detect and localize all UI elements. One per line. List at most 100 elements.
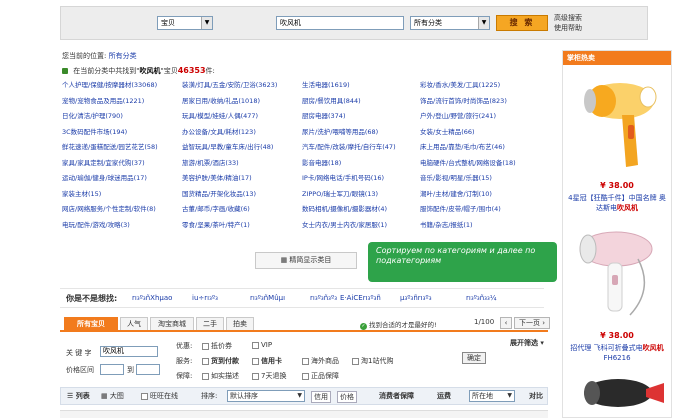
cod-label: 货到付款 xyxy=(211,357,239,365)
price-sort-button[interactable]: 价格 xyxy=(337,391,357,403)
category-link[interactable]: 宠物/宠物食品及用品(1221) xyxy=(62,95,144,105)
category-link[interactable]: IP卡/网络电话/手机号码(16) xyxy=(302,172,384,182)
wangwang-online-checkbox[interactable]: 旺旺在线 xyxy=(141,391,178,401)
product-title-text: 招代理 飞科可折叠式电 xyxy=(570,344,643,352)
category-link[interactable]: 户外/登山/野营/旅行(241) xyxy=(420,110,496,120)
result-keyword: 吹风机 xyxy=(139,67,161,75)
category-link[interactable]: 家装主材(15) xyxy=(62,188,101,198)
category-select[interactable]: 所有分类 ▼ xyxy=(410,16,490,30)
category-link[interactable]: 零食/坚果/茶叶/特产(1) xyxy=(182,219,250,229)
credit-card-checkbox[interactable]: 信用卡 xyxy=(252,356,282,366)
category-link[interactable]: 个人护理/保健/按摩器材(33068) xyxy=(62,79,157,89)
category-link[interactable]: 旅游/机票/酒店(33) xyxy=(182,157,239,167)
category-link[interactable]: 彩妆/香水/美发/工具(1225) xyxy=(420,79,500,89)
collapse-categories-button[interactable]: ▦ 精简显示类目 xyxy=(255,252,357,269)
category-link[interactable]: 厨房电器(374) xyxy=(302,110,345,120)
as-described-checkbox[interactable]: 如实描述 xyxy=(202,371,239,381)
search-input[interactable]: 吹风机 xyxy=(276,16,404,30)
shipping-header: 运费 xyxy=(437,392,451,400)
suggestion-link[interactable]: rı₃º₃ñXhµao xyxy=(132,294,172,302)
category-link[interactable]: 潮叶/主材/建舍/订制(10) xyxy=(420,188,492,198)
expand-filter-toggle[interactable]: 展开筛选 ▾ xyxy=(510,338,544,348)
compare-header[interactable]: 对比 xyxy=(529,391,543,401)
product-title-link[interactable]: 4星冠【狂酷千件】中国名牌 奥达斯电吹风机 xyxy=(567,193,667,213)
cod-checkbox[interactable]: 货到付款 xyxy=(202,356,239,366)
promo-vip-checkbox[interactable]: VIP xyxy=(252,341,272,349)
category-link[interactable]: 服饰配件/皮带/帽子/围巾(4) xyxy=(420,203,501,213)
list-view-toggle[interactable]: ☰ 列表 xyxy=(67,391,90,401)
category-link[interactable]: 装潢/灯具/五金/安防/卫浴(3623) xyxy=(182,79,277,89)
info-icon xyxy=(62,68,68,74)
category-link[interactable]: 运动/瑜伽/健身/球迷用品(17) xyxy=(62,172,147,182)
result-count: 在当前分类中共找到"吹风机"宝贝46353件: xyxy=(62,66,215,76)
price-to-input[interactable] xyxy=(136,364,160,375)
category-link[interactable]: 国货精品/开架化妆品(13) xyxy=(182,188,256,198)
tab-auction[interactable]: 拍卖 xyxy=(226,317,254,330)
category-link[interactable]: 生活电器(1619) xyxy=(302,79,350,89)
category-link[interactable]: 书籍/杂志/报纸(1) xyxy=(420,219,473,229)
price-from-input[interactable] xyxy=(100,364,124,375)
category-link[interactable]: 古董/邮币/字画/收藏(6) xyxy=(182,203,250,213)
category-link[interactable]: 3C数码配件市场(194) xyxy=(62,126,127,136)
category-link[interactable]: 居家日用/收纳/礼品(1018) xyxy=(182,95,260,105)
product-image-hairdryer-black[interactable] xyxy=(568,369,666,417)
service-label: 服务: xyxy=(176,357,193,365)
category-link[interactable]: 床上用品/靠垫/毛巾/布艺(46) xyxy=(420,141,505,151)
category-link[interactable]: 女装/女士精品(66) xyxy=(420,126,475,136)
prev-page-button[interactable]: ‹ xyxy=(500,317,512,329)
category-link[interactable]: 影音电器(18) xyxy=(302,157,341,167)
category-link[interactable]: 日化/清洁/护理(790) xyxy=(62,110,123,120)
category-link[interactable]: ZIPPO/瑞士军刀/眼镜(13) xyxy=(302,188,378,198)
location-select[interactable]: 所在地 ▼ xyxy=(469,390,515,402)
proxy-buy-checkbox[interactable]: 淘1站代购 xyxy=(352,356,393,366)
category-link[interactable]: 音乐/影视/明星/乐器(15) xyxy=(420,172,492,182)
category-link[interactable]: 电脑硬件/台式整机/网络设备(18) xyxy=(420,157,516,167)
promo-coupon-checkbox[interactable]: 抵价券 xyxy=(202,341,232,351)
price-separator: 到 xyxy=(127,366,134,374)
seven-day-return-checkbox[interactable]: 7天退换 xyxy=(252,371,286,381)
filter-confirm-button[interactable]: 确定 xyxy=(462,352,486,364)
help-link[interactable]: 使用帮助 xyxy=(554,23,582,33)
next-page-button[interactable]: 下一页 › xyxy=(514,317,550,329)
category-link[interactable]: 益智玩具/早教/童车床/出行(48) xyxy=(182,141,273,151)
category-link[interactable]: 汽车/配件/改装/摩托/自行车(47) xyxy=(302,141,396,151)
tab-secondhand[interactable]: 二手 xyxy=(196,317,224,330)
sort-select[interactable]: 默认排序 ▼ xyxy=(227,390,305,402)
overseas-checkbox[interactable]: 海外商品 xyxy=(302,356,339,366)
category-link[interactable]: 玩具/模型/娃娃/人偶(477) xyxy=(182,110,258,120)
category-link[interactable]: 尿片/洗护/喂哺等用品(68) xyxy=(302,126,378,136)
suggestion-link[interactable]: rı₃º₃ñ₃₃¼ xyxy=(466,294,497,302)
suggestion-link[interactable]: µ₃º₃ñrı₃º₃ xyxy=(400,294,432,302)
suggestion-link[interactable]: iu÷rı₃º₃ xyxy=(192,294,218,302)
category-link[interactable]: 鲜花速递/蛋糕配送/园艺花艺(58) xyxy=(62,141,158,151)
keyword-filter-input[interactable]: 吹风机 xyxy=(100,346,158,357)
suggestion-link[interactable]: rı₃º₃ñ₃º₃ xyxy=(310,294,337,302)
category-link[interactable]: 办公设备/文具/耗材(123) xyxy=(182,126,256,136)
big-image-view-toggle[interactable]: ▦ 大图 xyxy=(101,391,124,401)
product-title-link[interactable]: 招代理 飞科可折叠式电吹风机 FH6216 xyxy=(567,343,667,363)
search-type-select[interactable]: 宝贝 ▼ xyxy=(157,16,213,30)
category-link[interactable]: 家具/家具定制/宜家代购(37) xyxy=(62,157,145,167)
category-link[interactable]: 女士内衣/男士内衣/家居服(1) xyxy=(302,219,387,229)
suggestion-link[interactable]: E·AiCErı₃º₃ñ xyxy=(340,294,381,302)
category-link[interactable]: 数码相机/摄像机/摄影器材(4) xyxy=(302,203,387,213)
category-link[interactable]: 美容护肤/美体/精油(17) xyxy=(182,172,252,182)
list-view-label: 列表 xyxy=(75,392,90,400)
category-link[interactable]: 网店/网络服务/个性定制/软件(8) xyxy=(62,203,156,213)
search-button[interactable]: 搜 索 xyxy=(496,15,548,31)
credit-sort-button[interactable]: 信用 xyxy=(311,391,331,403)
category-link[interactable]: 饰品/流行首饰/时尚饰品(823) xyxy=(420,95,507,105)
category-link[interactable]: 厨房/餐饮用具(844) xyxy=(302,95,361,105)
product-image-hairdryer-pink[interactable] xyxy=(568,219,666,329)
suggestion-link[interactable]: rı₃º₃ñMûµı xyxy=(250,294,285,302)
advanced-search-link[interactable]: 高级搜索 xyxy=(554,13,582,23)
pager-status: 1/100 xyxy=(474,318,495,326)
tab-all-items[interactable]: 所有宝贝 xyxy=(64,317,118,330)
category-link[interactable]: 电玩/配件/游戏/攻略(3) xyxy=(62,219,130,229)
tab-tmall[interactable]: 淘宝商城 xyxy=(150,317,194,330)
tab-popular[interactable]: 人气 xyxy=(120,317,148,330)
product-image-hairdryer-orange[interactable] xyxy=(568,69,666,177)
credit-card-label: 信用卡 xyxy=(261,357,282,365)
breadcrumb-current[interactable]: 所有分类 xyxy=(109,52,137,60)
genuine-checkbox[interactable]: 正品保障 xyxy=(302,371,339,381)
